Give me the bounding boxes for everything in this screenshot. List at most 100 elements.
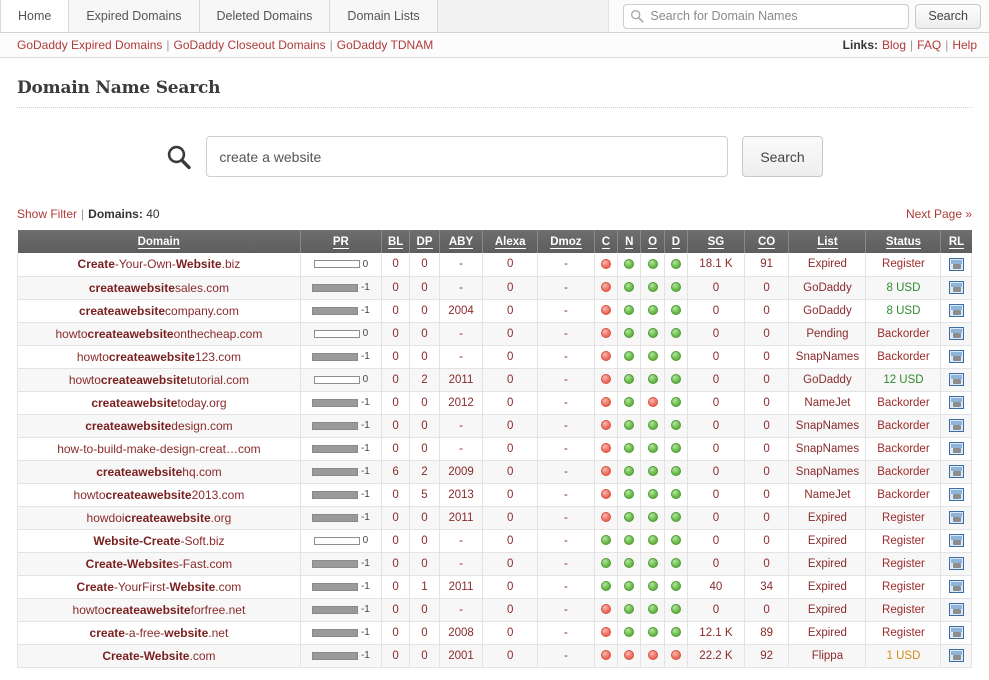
nav-tab-expired-domains[interactable]: Expired Domains xyxy=(69,0,200,32)
col-header-sg[interactable]: SG xyxy=(687,230,745,253)
related-links-cell[interactable] xyxy=(940,322,972,346)
table-row[interactable]: Create-Website.com -1 0 0 2001 0-22.2 K 92 Flip… xyxy=(17,644,972,668)
related-links-cell[interactable] xyxy=(940,621,972,645)
col-header-pr[interactable]: PR xyxy=(300,230,382,253)
related-links-cell[interactable] xyxy=(940,460,972,484)
related-links-cell[interactable] xyxy=(940,391,972,415)
domain-name-cell[interactable]: Website-Create-Soft.biz xyxy=(17,529,301,553)
related-links-cell[interactable] xyxy=(940,368,972,392)
col-header-list[interactable]: List xyxy=(788,230,867,253)
monitor-icon[interactable] xyxy=(948,373,964,386)
monitor-icon[interactable] xyxy=(948,580,964,593)
status-badge[interactable]: Register xyxy=(882,604,925,616)
related-links-cell[interactable] xyxy=(940,598,972,622)
domain-name-cell[interactable]: createawebsitedesign.com xyxy=(17,414,301,438)
status-cell[interactable]: 8 USD xyxy=(865,276,942,300)
related-links-cell[interactable] xyxy=(940,414,972,438)
table-row[interactable]: createawebsitedesign.com -1 0 0-0-0 0 SnapNam… xyxy=(17,414,972,438)
related-links-cell[interactable] xyxy=(940,575,972,599)
status-cell[interactable]: Backorder xyxy=(865,322,942,346)
status-cell[interactable]: Backorder xyxy=(865,345,942,369)
col-header-dmoz[interactable]: Dmoz xyxy=(537,230,595,253)
col-header-status[interactable]: Status xyxy=(865,230,942,253)
status-badge[interactable]: Register xyxy=(882,258,925,270)
status-badge[interactable]: 8 USD xyxy=(887,282,921,294)
status-cell[interactable]: Register xyxy=(865,506,942,530)
related-links-cell[interactable] xyxy=(940,437,972,461)
col-header-alexa[interactable]: Alexa xyxy=(482,230,539,253)
related-links-cell[interactable] xyxy=(940,529,972,553)
status-badge[interactable]: 8 USD xyxy=(887,305,921,317)
col-header-n[interactable]: N xyxy=(617,230,642,253)
status-cell[interactable]: Backorder xyxy=(865,483,942,507)
domain-name-cell[interactable]: howtocreateawebsitetutorial.com xyxy=(17,368,301,392)
status-badge[interactable]: 12 USD xyxy=(883,374,923,386)
monitor-icon[interactable] xyxy=(948,511,964,524)
status-badge[interactable]: Backorder xyxy=(877,466,929,478)
status-badge[interactable]: Register xyxy=(882,558,925,570)
utility-link-help[interactable]: Help xyxy=(952,38,977,52)
nav-tab-domain-lists[interactable]: Domain Lists xyxy=(330,0,438,32)
table-row[interactable]: createawebsitetoday.org -1 0 0 2012 0-0 0 NameJ… xyxy=(17,391,972,415)
status-cell[interactable]: 12 USD xyxy=(865,368,942,392)
status-badge[interactable]: Register xyxy=(882,627,925,639)
table-row[interactable]: Create-Websites-Fast.com -1 0 0-0-0 0 Expired… xyxy=(17,552,972,576)
utility-link-faq[interactable]: FAQ xyxy=(917,38,941,52)
table-row[interactable]: howtocreateawebsiteforfree.net -1 0 0-0-0 0 E… xyxy=(17,598,972,622)
status-cell[interactable]: Backorder xyxy=(865,460,942,484)
status-cell[interactable]: Backorder xyxy=(865,391,942,415)
monitor-icon[interactable] xyxy=(948,327,964,340)
col-header-o[interactable]: O xyxy=(640,230,665,253)
monitor-icon[interactable] xyxy=(948,465,964,478)
related-links-cell[interactable] xyxy=(940,483,972,507)
monitor-icon[interactable] xyxy=(948,626,964,639)
table-row[interactable]: createawebsitesales.com -1 0 0-0-0 0 GoDaddy 8… xyxy=(17,276,972,300)
domain-name-cell[interactable]: Create-Your-Own-Website.biz xyxy=(17,253,301,277)
col-header-c[interactable]: C xyxy=(594,230,619,253)
col-header-domain[interactable]: Domain xyxy=(17,230,301,253)
monitor-icon[interactable] xyxy=(948,396,964,409)
status-cell[interactable]: 8 USD xyxy=(865,299,942,323)
status-badge[interactable]: Backorder xyxy=(877,420,929,432)
monitor-icon[interactable] xyxy=(948,350,964,363)
related-links-cell[interactable] xyxy=(940,253,972,277)
table-row[interactable]: Create-YourFirst-Website.com -1 0 1 2011 0-40… xyxy=(17,575,972,599)
domain-name-cell[interactable]: create-a-free-website.net xyxy=(17,621,301,645)
domain-name-cell[interactable]: Create-Websites-Fast.com xyxy=(17,552,301,576)
status-cell[interactable]: Register xyxy=(865,253,942,277)
external-link-0[interactable]: GoDaddy Expired Domains xyxy=(17,38,162,52)
status-badge[interactable]: Backorder xyxy=(877,351,929,363)
status-cell[interactable]: Backorder xyxy=(865,414,942,438)
status-cell[interactable]: Register xyxy=(865,598,942,622)
related-links-cell[interactable] xyxy=(940,345,972,369)
table-row[interactable]: Create-Your-Own-Website.biz 0 0 0-0-18.1 K9… xyxy=(17,253,972,277)
table-row[interactable]: Website-Create-Soft.biz 0 0 0-0-0 0 Expired Re… xyxy=(17,529,972,553)
col-header-rl[interactable]: RL xyxy=(940,230,972,253)
related-links-cell[interactable] xyxy=(940,506,972,530)
status-cell[interactable]: Register xyxy=(865,621,942,645)
nav-search-input[interactable] xyxy=(623,3,910,29)
domain-name-cell[interactable]: createawebsitesales.com xyxy=(17,276,301,300)
nav-search-button[interactable]: Search xyxy=(915,3,981,29)
table-row[interactable]: howtocreateawebsitetutorial.com 0 0 2 2011 0-… xyxy=(17,368,972,392)
status-badge[interactable]: Backorder xyxy=(877,443,929,455)
related-links-cell[interactable] xyxy=(940,644,972,668)
domain-name-cell[interactable]: howtocreateawebsiteforfree.net xyxy=(17,598,301,622)
related-links-cell[interactable] xyxy=(940,276,972,300)
table-row[interactable]: how-to-build-make-design-creat…com -1 0 0-0… xyxy=(17,437,972,461)
table-row[interactable]: howdoicreateawebsite.org -1 0 0 2011 0-0 0 Expi… xyxy=(17,506,972,530)
monitor-icon[interactable] xyxy=(948,649,964,662)
monitor-icon[interactable] xyxy=(948,257,964,271)
monitor-icon[interactable] xyxy=(948,557,964,570)
domain-name-cell[interactable]: howdoicreateawebsite.org xyxy=(17,506,301,530)
col-header-dp[interactable]: DP xyxy=(409,230,440,253)
monitor-icon[interactable] xyxy=(948,603,964,616)
col-header-d[interactable]: D xyxy=(664,230,689,253)
monitor-icon[interactable] xyxy=(948,419,964,432)
domain-name-cell[interactable]: Create-Website.com xyxy=(17,644,301,668)
col-header-co[interactable]: CO xyxy=(744,230,790,253)
monitor-icon[interactable] xyxy=(948,488,964,501)
status-badge[interactable]: Backorder xyxy=(877,397,929,409)
status-cell[interactable]: Backorder xyxy=(865,437,942,461)
table-row[interactable]: create-a-free-website.net -1 0 0 2008 0-12.1 … xyxy=(17,621,972,645)
